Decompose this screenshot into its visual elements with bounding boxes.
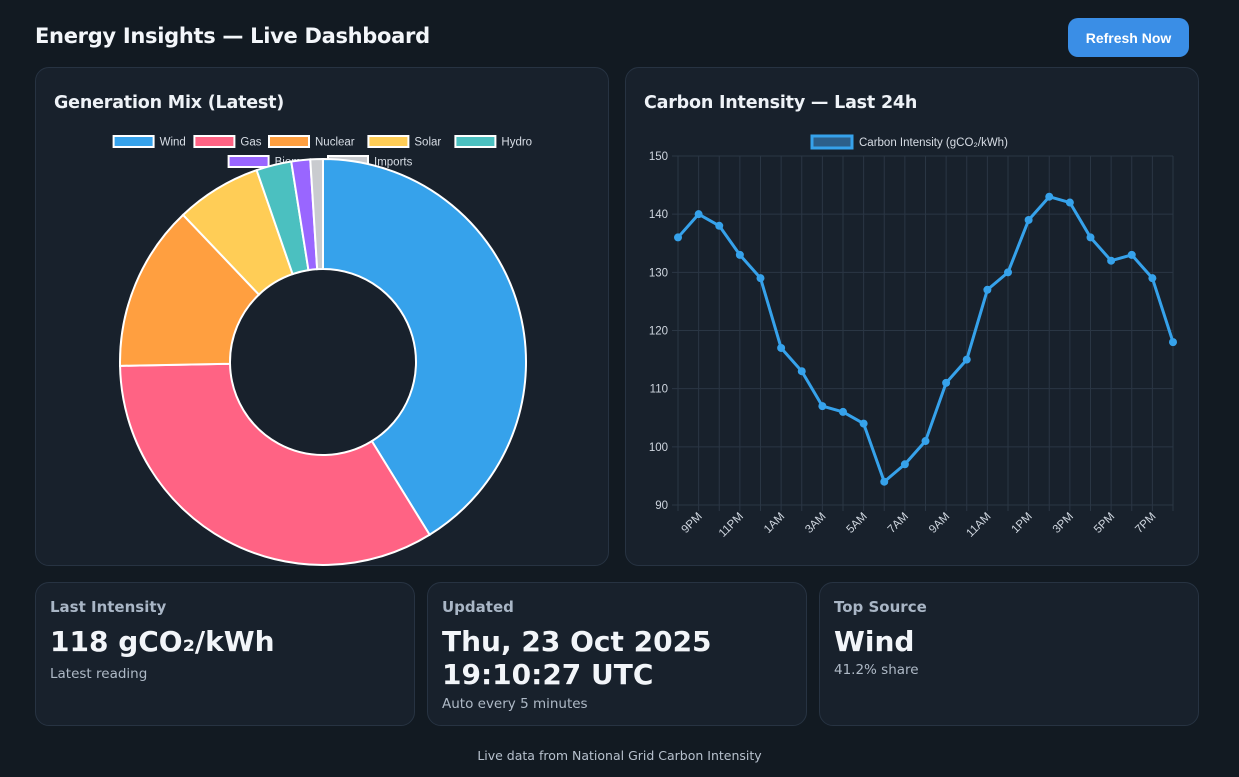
legend-swatch	[268, 135, 310, 148]
data-point[interactable]	[1169, 338, 1177, 347]
x-tick-label: 3PM	[1051, 511, 1076, 536]
updated-sub: Auto every 5 minutes	[442, 696, 588, 712]
data-point[interactable]	[1148, 274, 1157, 283]
legend-item-hydro[interactable]: Hydro	[454, 135, 532, 149]
legend-item-carbon-intensity[interactable]: Carbon Intensity (gCO₂/kWh)	[810, 134, 1008, 150]
x-tick-label: 3AM	[803, 511, 828, 536]
legend-label: Hydro	[501, 137, 532, 149]
legend-swatch	[810, 134, 854, 150]
x-tick-label: 5PM	[1092, 511, 1117, 536]
data-point[interactable]	[1086, 233, 1095, 242]
legend-swatch	[112, 135, 155, 148]
last-intensity-card: Last Intensity 118 gCO₂/kWh Latest readi…	[35, 582, 415, 726]
generation-mix-chart: WindGasNuclearSolarHydroBiomassImports	[112, 135, 532, 566]
data-point[interactable]	[777, 343, 786, 352]
x-tick-label: 5AM	[845, 511, 870, 536]
legend-item-gas[interactable]: Gas	[193, 135, 262, 149]
legend-item-solar[interactable]: Solar	[367, 135, 441, 149]
legend-item-wind[interactable]: Wind	[112, 135, 186, 149]
y-tick-label: 90	[655, 500, 668, 512]
legend-label: Gas	[240, 137, 261, 149]
data-point[interactable]	[839, 407, 847, 416]
top-source-value: Wind	[834, 625, 915, 658]
carbon-intensity-chart: Carbon Intensity (gCO₂/kWh) 90 100 110 120 13…	[649, 134, 1177, 540]
top-source-label: Top Source	[834, 598, 927, 616]
y-tick-label: 110	[650, 384, 668, 396]
x-tick-label: 7PM	[1133, 511, 1158, 536]
data-point[interactable]	[1065, 198, 1074, 207]
x-tick-label: 11AM	[964, 511, 993, 540]
y-tick-label: 130	[649, 267, 668, 279]
footer-text: Live data from National Grid Carbon Inte…	[477, 748, 762, 763]
data-point[interactable]	[694, 210, 703, 219]
data-point[interactable]	[1004, 268, 1012, 277]
x-tick-label: 9AM	[927, 511, 952, 536]
x-tick-label: 9PM	[680, 511, 705, 536]
updated-value: Thu, 23 Oct 2025 19:10:27 UTC	[442, 625, 712, 691]
last-intensity-value: 118 gCO₂/kWh	[50, 625, 275, 658]
y-tick-label: 120	[649, 326, 668, 338]
data-point[interactable]	[983, 285, 992, 294]
data-point[interactable]	[797, 367, 806, 376]
x-tick-label: 7AM	[886, 511, 911, 536]
y-tick-label: 150	[649, 151, 668, 163]
data-point[interactable]	[1045, 192, 1054, 201]
y-tick-label: 140	[649, 209, 668, 221]
last-intensity-sub: Latest reading	[50, 666, 148, 682]
legend-swatch	[193, 135, 236, 148]
generation-mix-card: Generation Mix (Latest) Wind Gas Nuclear So…	[35, 67, 609, 566]
updated-label: Updated	[442, 598, 514, 616]
data-point[interactable]	[674, 233, 682, 242]
x-tick-label: 1AM	[762, 511, 787, 536]
data-point[interactable]	[1024, 215, 1033, 224]
last-intensity-label: Last Intensity	[50, 598, 167, 616]
data-point[interactable]	[962, 355, 971, 364]
updated-date: Thu, 23 Oct 2025	[442, 625, 712, 658]
data-point[interactable]	[942, 378, 951, 387]
data-point[interactable]	[900, 460, 909, 469]
legend-label: Wind	[160, 137, 186, 149]
updated-card: Updated Thu, 23 Oct 2025 19:10:27 UTC Au…	[427, 582, 807, 726]
legend-label: Carbon Intensity (gCO₂/kWh)	[859, 137, 1008, 149]
y-tick-label: 100	[649, 442, 668, 454]
carbon-intensity-card: Carbon Intensity — Last 24h Carbon Inten…	[625, 67, 1199, 566]
data-point[interactable]	[735, 250, 744, 259]
data-point[interactable]	[921, 437, 930, 446]
data-point[interactable]	[880, 477, 889, 486]
data-point[interactable]	[1127, 250, 1136, 259]
refresh-now-button[interactable]: Refresh Now	[1068, 18, 1189, 57]
x-tick-label: 11PM	[717, 511, 746, 540]
top-source-card: Top Source Wind 41.2% share	[819, 582, 1199, 726]
page-title: Energy Insights — Live Dashboard	[35, 24, 430, 48]
data-point[interactable]	[859, 419, 868, 428]
legend-item-nuclear[interactable]: Nuclear	[268, 135, 355, 149]
data-point[interactable]	[756, 274, 765, 283]
slice-gas[interactable]	[119, 362, 431, 566]
data-point[interactable]	[1107, 256, 1116, 265]
x-tick-label: 1PM	[1010, 511, 1035, 536]
legend-swatch	[454, 135, 497, 148]
legend-swatch	[367, 135, 410, 148]
legend-swatch	[227, 155, 270, 168]
legend-label: Nuclear	[315, 137, 355, 149]
legend-label: Solar	[414, 137, 441, 149]
data-point[interactable]	[818, 402, 827, 411]
top-source-sub: 41.2% share	[834, 662, 919, 678]
updated-time: 19:10:27 UTC	[442, 658, 654, 691]
data-point[interactable]	[715, 221, 724, 230]
